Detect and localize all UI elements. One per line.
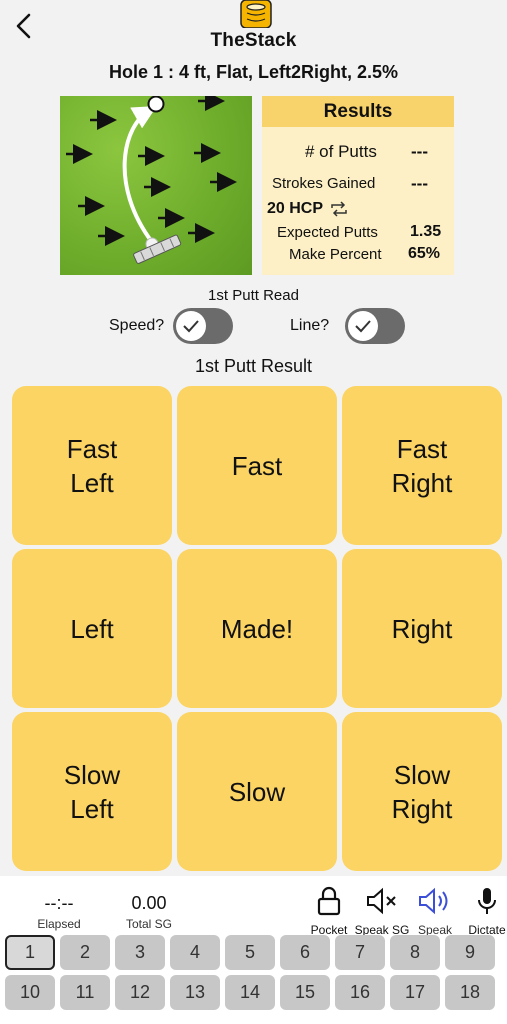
hole-title: Hole 1 : 4 ft, Flat, Left2Right, 2.5%	[108, 62, 399, 82]
check-icon	[355, 320, 371, 333]
bottom-bar: --:-- Elapsed 0.00 Total SG Pocket Speak…	[0, 876, 507, 1024]
putt-result-title: 1st Putt Result	[194, 356, 313, 376]
hole-button-5[interactable]: 5	[225, 935, 275, 970]
putt-green-diagram	[60, 96, 252, 275]
make-percent-label: Make Percent	[289, 246, 382, 263]
speak-button[interactable]: Speak	[405, 886, 465, 937]
slow-left-button[interactable]: Slow Left	[12, 712, 172, 871]
hole-button-4[interactable]: 4	[170, 935, 220, 970]
lock-icon	[317, 886, 341, 916]
expected-putts-value: 1.35	[410, 223, 442, 240]
putt-read-title: 1st Putt Read	[208, 287, 299, 304]
hole-button-7[interactable]: 7	[335, 935, 385, 970]
putter-icon	[133, 234, 182, 264]
putt-result-grid: Fast Left Fast Fast Right Left Made! Rig…	[12, 386, 502, 871]
microphone-icon	[478, 888, 496, 914]
strokes-gained-label: Strokes Gained	[272, 175, 376, 192]
line-label: Line?	[290, 317, 330, 334]
hole-button-10[interactable]: 10	[5, 975, 55, 1010]
results-header: Results	[262, 96, 454, 127]
speaker-mute-icon	[367, 887, 396, 915]
made-button[interactable]: Made!	[177, 549, 337, 708]
left-button[interactable]: Left	[12, 549, 172, 708]
putts-value: ---	[411, 142, 428, 161]
hole-button-1[interactable]: 1	[5, 935, 55, 970]
handicap-toggle[interactable]: 20 HCP	[267, 200, 349, 218]
hole-button-18[interactable]: 18	[445, 975, 495, 1010]
hole-button-2[interactable]: 2	[60, 935, 110, 970]
results-panel: Results # of Putts --- Strokes Gained --…	[262, 96, 454, 275]
fast-right-button[interactable]: Fast Right	[342, 386, 502, 545]
putts-label: # of Putts	[305, 142, 377, 161]
make-percent-value: 65%	[408, 245, 441, 262]
hole-button-17[interactable]: 17	[390, 975, 440, 1010]
speed-label: Speed?	[109, 317, 165, 334]
handicap-label: 20 HCP	[267, 200, 324, 217]
line-toggle[interactable]	[345, 308, 405, 344]
right-button[interactable]: Right	[342, 549, 502, 708]
total-sg-value: 0.00	[131, 893, 167, 913]
pocket-button[interactable]: Pocket	[299, 886, 359, 937]
hole-button-16[interactable]: 16	[335, 975, 385, 1010]
hole-button-8[interactable]: 8	[390, 935, 440, 970]
dictate-button[interactable]: Dictate	[457, 886, 507, 937]
elapsed-value: --:--	[44, 893, 74, 913]
slow-button[interactable]: Slow	[177, 712, 337, 871]
hole-button-14[interactable]: 14	[225, 975, 275, 1010]
slope-arrows	[66, 96, 237, 246]
hole-button-15[interactable]: 15	[280, 975, 330, 1010]
slow-right-button[interactable]: Slow Right	[342, 712, 502, 871]
strokes-gained-value: ---	[411, 174, 428, 193]
refresh-icon	[331, 201, 347, 217]
stack-logo-icon	[238, 0, 274, 29]
hole-button-11[interactable]: 11	[60, 975, 110, 1010]
app-title: TheStack	[210, 30, 297, 51]
expected-putts-label: Expected Putts	[277, 224, 378, 241]
hole-button-12[interactable]: 12	[115, 975, 165, 1010]
hole-button-3[interactable]: 3	[115, 935, 165, 970]
total-sg-label: Total SG	[125, 917, 173, 931]
speak-sg-button[interactable]: Speak SG	[352, 886, 412, 937]
hole-button-13[interactable]: 13	[170, 975, 220, 1010]
hole-button-9[interactable]: 9	[445, 935, 495, 970]
speed-toggle[interactable]	[173, 308, 233, 344]
speaker-icon	[419, 887, 448, 915]
fast-button[interactable]: Fast	[177, 386, 337, 545]
hole-button-6[interactable]: 6	[280, 935, 330, 970]
hole-selector: 1 2 3 4 5 6 7 8 9 10 11 12 13 14 15 16 1…	[4, 935, 504, 1015]
fast-left-button[interactable]: Fast Left	[12, 386, 172, 545]
elapsed-label: Elapsed	[37, 917, 81, 931]
check-icon	[183, 320, 199, 333]
